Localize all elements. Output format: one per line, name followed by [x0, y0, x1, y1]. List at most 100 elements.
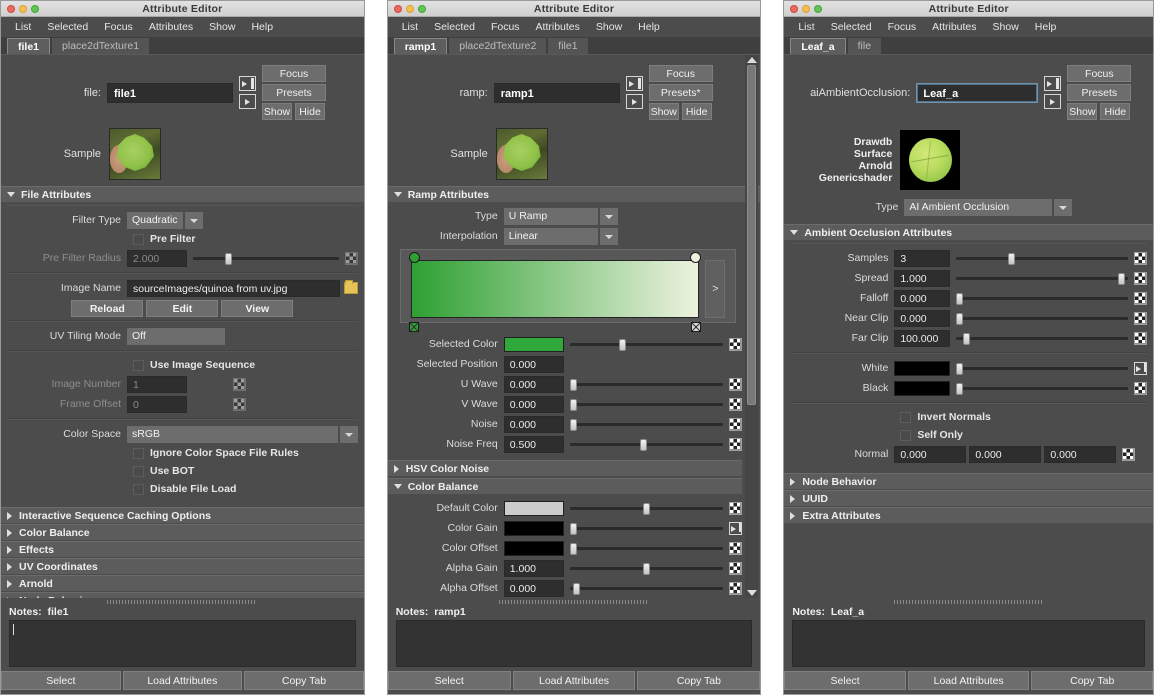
tab-file[interactable]: file [847, 38, 882, 54]
view-button[interactable]: View [221, 300, 294, 317]
section-file-attributes-header[interactable]: File Attributes [1, 186, 364, 202]
menu-help[interactable]: Help [243, 19, 281, 35]
node-name-field-1[interactable]: file1 [107, 82, 233, 103]
hide-button-2[interactable]: Hide [681, 103, 712, 120]
scroll-down-arrow-icon[interactable] [746, 590, 757, 596]
default-color-map-button[interactable] [729, 501, 743, 515]
selected-color-swatch[interactable] [503, 336, 564, 352]
color-offset-swatch[interactable] [503, 540, 564, 556]
use-bot-checkbox[interactable] [133, 465, 144, 477]
sample-thumbnail-2[interactable] [495, 128, 548, 180]
menu-show[interactable]: Show [201, 19, 243, 35]
alpha-offset-map-button[interactable] [729, 581, 743, 595]
focus-button-2[interactable]: Focus [648, 65, 713, 82]
color-offset-map-button[interactable] [729, 541, 743, 555]
menu-focus[interactable]: Focus [96, 19, 141, 35]
normal-z-field[interactable]: 0.000 [1044, 445, 1117, 463]
select-button-2[interactable]: Select [387, 671, 511, 690]
white-input-button[interactable] [1134, 361, 1147, 375]
section-uuid-3[interactable]: UUID [784, 490, 1153, 506]
node-name-field-2[interactable]: ramp1 [493, 82, 620, 103]
tab-ramp1[interactable]: ramp1 [393, 38, 448, 54]
selected-color-map-button[interactable] [729, 337, 743, 351]
presets-button-2[interactable]: Presets* [648, 84, 713, 101]
next-node-icon[interactable] [625, 94, 643, 109]
section-hsv-color-noise[interactable]: HSV Color Noise [387, 460, 743, 476]
self-only-checkbox[interactable] [900, 429, 912, 441]
filter-type-value[interactable]: Quadratic [127, 211, 183, 229]
section-uv-coordinates-1[interactable]: UV Coordinates [1, 558, 364, 574]
ramp-type-value[interactable]: U Ramp [503, 207, 598, 225]
noise-map-button[interactable] [729, 417, 743, 431]
samples-field[interactable]: 3 [894, 249, 951, 267]
near-clip-map-button[interactable] [1134, 311, 1147, 325]
normal-x-field[interactable]: 0.000 [894, 445, 967, 463]
menu-attributes[interactable]: Attributes [528, 19, 588, 35]
default-color-slider[interactable] [569, 500, 724, 517]
menu-attributes[interactable]: Attributes [141, 19, 201, 35]
default-color-swatch[interactable] [503, 500, 564, 516]
v-wave-field[interactable]: 0.000 [503, 395, 564, 413]
black-map-button[interactable] [1134, 381, 1147, 395]
falloff-field[interactable]: 0.000 [894, 289, 951, 307]
u-wave-field[interactable]: 0.000 [503, 375, 564, 393]
selected-position-field[interactable]: 0.000 [503, 355, 564, 373]
menu-help[interactable]: Help [630, 19, 668, 35]
ramp-interpolation-chevron-down-icon[interactable] [599, 227, 618, 245]
section-effects-1[interactable]: Effects [1, 541, 364, 557]
next-node-icon[interactable] [239, 94, 256, 109]
far-clip-field[interactable]: 100.000 [894, 329, 951, 347]
ramp-position-handle-left[interactable] [408, 322, 419, 332]
section-ramp-attributes-header[interactable]: Ramp Attributes [387, 57, 761, 202]
presets-button-1[interactable]: Presets [262, 84, 326, 101]
pre-filter-radius-map-button[interactable] [344, 251, 358, 265]
image-number-field[interactable]: 1 [127, 375, 187, 393]
notes-textarea-3[interactable] [792, 620, 1145, 667]
invert-normals-checkbox[interactable] [900, 411, 912, 423]
tab-place2dtexture2[interactable]: place2dTexture2 [449, 38, 547, 54]
spread-slider[interactable] [956, 270, 1128, 287]
section-extra-attributes-3[interactable]: Extra Attributes [784, 507, 1153, 523]
copy-tab-button-1[interactable]: Copy Tab [244, 671, 364, 690]
ramp-gradient-area[interactable] [408, 252, 702, 332]
alpha-gain-field[interactable]: 1.000 [503, 559, 564, 577]
noise-freq-slider[interactable] [569, 436, 724, 453]
hide-button-3[interactable]: Hide [1100, 103, 1131, 120]
scrollbar-thumb[interactable] [747, 65, 757, 405]
tab-place2dtexture1[interactable]: place2dTexture1 [52, 38, 150, 54]
shader-type-chevron-down-icon[interactable] [1054, 198, 1073, 216]
color-gain-swatch[interactable] [503, 520, 564, 536]
color-space-value[interactable]: sRGB [127, 425, 338, 443]
select-button-3[interactable]: Select [784, 671, 906, 690]
menu-selected[interactable]: Selected [823, 19, 880, 35]
ramp-expand-button[interactable]: > [705, 260, 726, 318]
image-number-map-button[interactable] [233, 377, 246, 391]
v-wave-map-button[interactable] [729, 397, 743, 411]
load-attributes-button-1[interactable]: Load Attributes [122, 671, 243, 690]
tab-file1-p2[interactable]: file1 [548, 38, 588, 54]
notes-textarea-1[interactable] [9, 620, 356, 667]
color-gain-input-button[interactable] [729, 521, 743, 535]
load-attributes-button-3[interactable]: Load Attributes [907, 671, 1030, 690]
menu-selected[interactable]: Selected [426, 19, 483, 35]
shader-swatch-thumbnail[interactable] [900, 130, 961, 190]
frame-offset-field[interactable]: 0 [127, 395, 187, 413]
menu-show[interactable]: Show [985, 19, 1027, 35]
falloff-map-button[interactable] [1134, 291, 1147, 305]
ramp-type-chevron-down-icon[interactable] [599, 207, 618, 225]
focus-button-3[interactable]: Focus [1067, 65, 1132, 82]
pre-filter-radius-slider[interactable] [193, 250, 339, 267]
alpha-gain-map-button[interactable] [729, 561, 743, 575]
scroll-up-arrow-icon[interactable] [746, 57, 757, 63]
far-clip-slider[interactable] [956, 330, 1128, 347]
normal-y-field[interactable]: 0.000 [969, 445, 1042, 463]
menu-list[interactable]: List [7, 19, 39, 35]
spread-map-button[interactable] [1134, 271, 1147, 285]
hide-button-1[interactable]: Hide [295, 103, 325, 120]
section-color-balance-1[interactable]: Color Balance [1, 524, 364, 540]
menu-help[interactable]: Help [1027, 19, 1065, 35]
near-clip-slider[interactable] [956, 310, 1128, 327]
ramp-marker-left[interactable] [408, 252, 420, 263]
white-slider[interactable] [956, 360, 1128, 377]
menu-list[interactable]: List [394, 19, 426, 35]
